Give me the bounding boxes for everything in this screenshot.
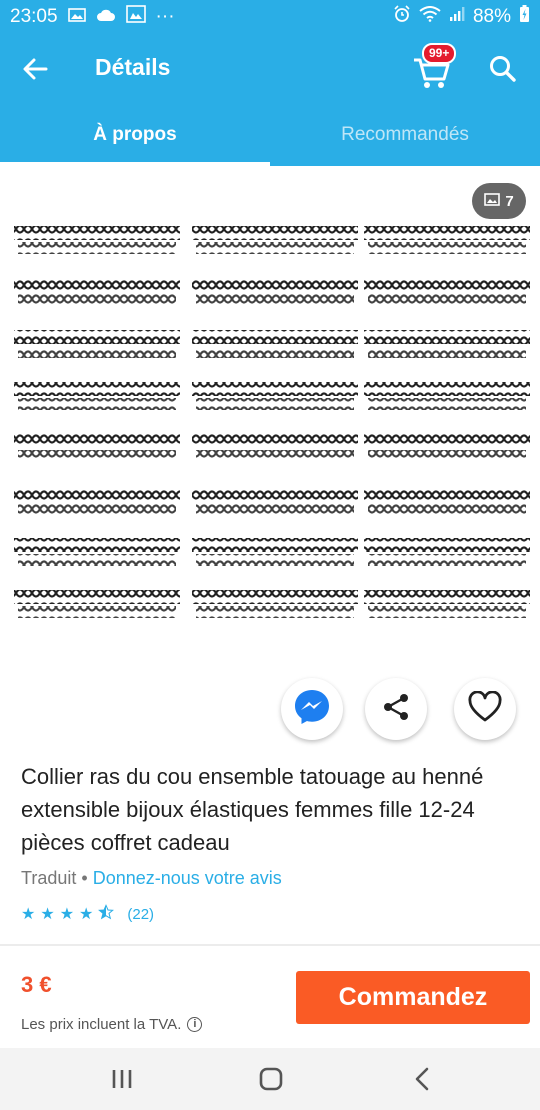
review-count: (22) (127, 905, 155, 923)
back-arrow-icon[interactable] (20, 54, 54, 84)
photo-count-badge[interactable]: 7 (472, 183, 526, 219)
gallery-icon (125, 5, 146, 29)
order-button[interactable]: Commandez (296, 971, 530, 1024)
star-full-icon: ★ (59, 906, 75, 923)
choker-necklace (364, 538, 530, 566)
share-button[interactable] (365, 678, 427, 740)
choker-necklace (192, 382, 358, 410)
photo-icon (484, 192, 501, 210)
choker-necklace (192, 538, 358, 566)
signal-icon (449, 6, 465, 28)
product-title: Collier ras du cou ensemble tatouage au … (21, 764, 484, 855)
share-icon (380, 691, 412, 728)
choker-necklace (192, 486, 358, 514)
choker-necklace (14, 590, 180, 618)
system-nav-bar (0, 1048, 540, 1110)
choker-necklace (192, 278, 358, 306)
tab-recommended[interactable]: Recommandés (270, 104, 540, 166)
vat-text: Les prix incluent la TVA. (21, 1016, 182, 1033)
star-full-icon: ★ (40, 906, 55, 923)
separator-dot: • (81, 868, 88, 888)
battery-icon (519, 5, 530, 29)
choker-necklace (14, 538, 180, 566)
choker-necklace (192, 330, 358, 358)
cloud-icon (96, 6, 116, 28)
choker-necklace (364, 382, 530, 410)
choker-necklace (14, 330, 180, 358)
choker-necklace (14, 486, 180, 514)
price: 3 € (21, 972, 52, 997)
choker-necklace (14, 434, 180, 462)
status-more: ··· (155, 6, 175, 27)
choker-necklace (364, 434, 530, 462)
photo-count: 7 (505, 192, 514, 210)
vat-note: Les prix incluent la TVA. i (21, 1016, 203, 1033)
choker-necklace (14, 382, 180, 410)
wishlist-button[interactable] (454, 678, 516, 740)
rating-stars[interactable]: ★ ★ ★ ★ (22) (21, 904, 154, 924)
search-icon[interactable] (486, 52, 520, 86)
choker-necklace (192, 590, 358, 618)
choker-necklace (364, 226, 530, 254)
choker-necklaces-photo (14, 226, 530, 618)
translated-label: Traduit (21, 868, 77, 888)
star-full-icon: ★ (79, 906, 94, 923)
choker-necklace (364, 330, 530, 358)
star-full-icon: ★ (21, 906, 36, 923)
choker-necklace (364, 590, 530, 618)
feedback-link[interactable]: Donnez-nous votre avis (93, 868, 282, 888)
home-icon[interactable] (256, 1065, 286, 1093)
star-half-icon (98, 904, 115, 924)
cart-badge: 99+ (422, 43, 457, 64)
alarm-icon (393, 5, 411, 29)
status-bar: 23:05 ··· 88% (0, 0, 540, 34)
choker-necklace (364, 278, 530, 306)
tab-bar: À propos Recommandés (0, 104, 540, 166)
product-image[interactable] (0, 166, 540, 706)
tab-about[interactable]: À propos (0, 104, 270, 166)
heart-icon (468, 689, 502, 728)
battery-percent: 88% (472, 6, 511, 27)
messenger-share-button[interactable] (281, 678, 343, 740)
info-icon[interactable]: i (187, 1017, 203, 1032)
choker-necklace (364, 486, 530, 514)
translation-line: Traduit • Donnez-nous votre avis (21, 868, 282, 889)
recent-apps-icon[interactable] (108, 1065, 138, 1093)
back-icon[interactable] (408, 1065, 438, 1093)
app-bar: Détails 99+ (0, 34, 540, 104)
image-icon (67, 6, 86, 28)
choker-necklace (14, 278, 180, 306)
choker-necklace (192, 434, 358, 462)
page-title: Détails (95, 54, 171, 80)
choker-necklace (192, 226, 358, 254)
choker-necklace (14, 226, 180, 254)
status-time: 23:05 (10, 6, 58, 27)
messenger-icon (292, 687, 332, 732)
wifi-icon (419, 6, 441, 28)
divider (0, 944, 540, 946)
